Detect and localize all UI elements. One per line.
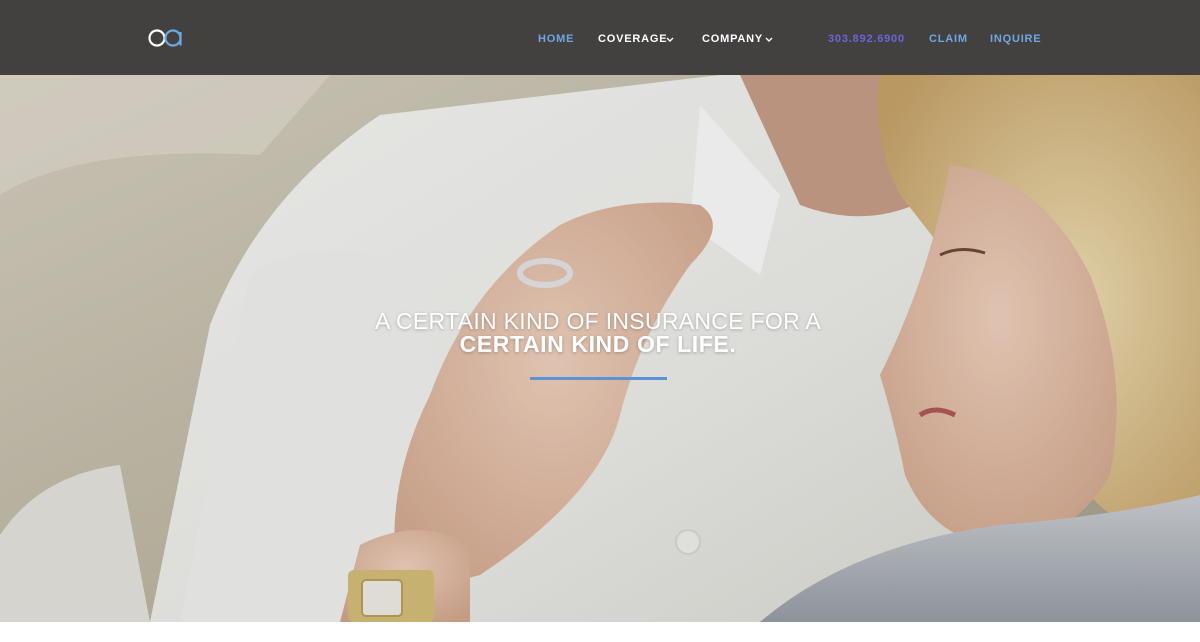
nav-phone-link[interactable]: 303.892.6900: [828, 31, 905, 47]
hero-tagline-line2: CERTAIN KIND OF LIFE.: [459, 331, 737, 357]
oa-logo-icon[interactable]: [146, 26, 184, 50]
top-navbar: HOME COVERAGE COMPANY 303.892.6900 CLAIM…: [0, 0, 1200, 75]
hero-divider: [530, 377, 667, 380]
nav-coverage-link[interactable]: COVERAGE: [598, 31, 667, 47]
nav-claim-link[interactable]: CLAIM: [929, 31, 968, 47]
nav-home-link[interactable]: HOME: [538, 31, 574, 47]
nav-company-link[interactable]: COMPANY: [702, 31, 763, 47]
nav-inquire-link[interactable]: INQUIRE: [990, 31, 1041, 47]
chevron-down-icon[interactable]: [763, 31, 775, 47]
chevron-down-icon[interactable]: [664, 31, 676, 47]
page-bottom-strip: [0, 622, 1200, 642]
